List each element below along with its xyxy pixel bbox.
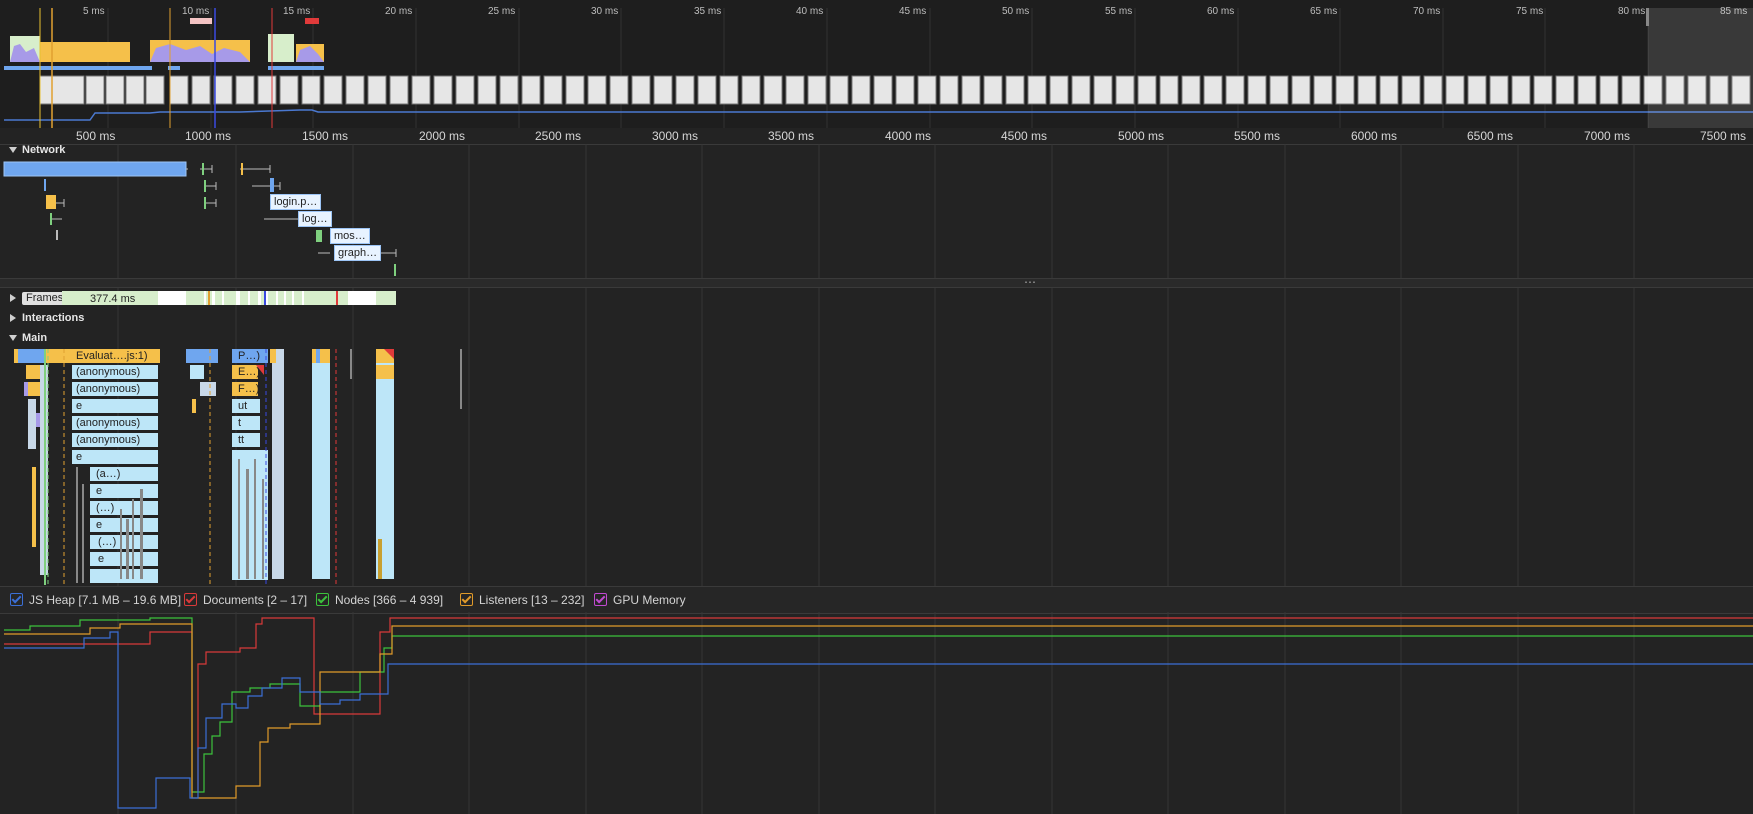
gpu-memory-label: GPU Memory — [613, 593, 686, 607]
timeline-tick: 1500 ms — [302, 129, 349, 143]
network-track-title: Network — [22, 144, 66, 156]
checkbox-checked-icon[interactable] — [460, 593, 473, 606]
main-track-header[interactable]: Main — [0, 330, 47, 346]
network-request-label[interactable]: log… — [298, 211, 332, 227]
main-flame-chart[interactable]: Evaluat….js:1) (anonymous) (anonymous) e… — [0, 349, 1753, 585]
timeline-tick: 2500 ms — [535, 129, 582, 143]
flame-entry[interactable]: e — [72, 450, 162, 465]
flame-entry[interactable]: tt — [234, 433, 264, 448]
collapse-triangle-icon[interactable] — [9, 335, 17, 342]
nodes-toggle[interactable]: Nodes [366 – 4 939] — [316, 592, 443, 608]
expand-triangle-icon[interactable] — [10, 314, 16, 323]
timeline-tick: 1000 ms — [185, 129, 232, 143]
checkbox-checked-icon[interactable] — [594, 593, 607, 606]
flame-entry[interactable]: e — [92, 518, 136, 533]
network-track: login.p… log… mos… graph… — [0, 158, 1753, 278]
flame-entry[interactable]: ut — [234, 399, 264, 414]
flame-entry[interactable]: (anonymous) — [72, 382, 162, 397]
flame-entry[interactable]: P…) — [234, 349, 264, 364]
timeline-tick: 6500 ms — [1467, 129, 1514, 143]
timeline-tick: 6000 ms — [1351, 129, 1398, 143]
js-heap-label: JS Heap [7.1 MB – 19.6 MB] — [29, 593, 182, 607]
interactions-track-title: Interactions — [22, 312, 85, 324]
timeline-tick: 7500 ms — [1700, 129, 1747, 143]
timeline-tick: 500 ms — [76, 129, 116, 143]
memory-counters-bar: JS Heap [7.1 MB – 19.6 MB] Documents [2 … — [0, 586, 1753, 614]
expand-triangle-icon[interactable] — [10, 294, 16, 303]
flame-entry[interactable]: e — [94, 552, 138, 567]
documents-toggle[interactable]: Documents [2 – 17] — [184, 592, 307, 608]
network-requests — [3, 161, 397, 276]
flame-entry[interactable]: E…) — [234, 365, 264, 380]
timeline-tick: 4500 ms — [1001, 129, 1048, 143]
frame-duration: 377.4 ms — [90, 293, 136, 305]
checkbox-checked-icon[interactable] — [10, 593, 23, 606]
flame-entry[interactable]: t — [234, 416, 264, 431]
checkbox-checked-icon[interactable] — [184, 593, 197, 606]
flame-entry[interactable]: (a…) — [92, 467, 136, 482]
interactions-track-header[interactable]: Interactions — [0, 310, 84, 326]
timeline-tick: 3500 ms — [768, 129, 815, 143]
timeline-tick: 2000 ms — [419, 129, 466, 143]
flame-entry[interactable]: (anonymous) — [72, 416, 162, 431]
flame-entry[interactable]: (…) — [94, 535, 138, 550]
network-request-label[interactable]: login.p… — [270, 194, 322, 210]
timeline-tick: 3000 ms — [652, 129, 699, 143]
memory-counter-graph[interactable] — [0, 612, 1753, 814]
overview-graph — [4, 8, 1753, 128]
network-request-label[interactable]: graph… — [334, 245, 382, 261]
flame-entry[interactable]: e — [92, 484, 136, 499]
timeline-tick: 5000 ms — [1118, 129, 1165, 143]
documents-label: Documents [2 – 17] — [203, 593, 308, 607]
network-track-header[interactable]: Network — [0, 144, 65, 158]
network-request-label[interactable]: mos… — [330, 228, 370, 244]
listeners-toggle[interactable]: Listeners [13 – 232] — [460, 592, 584, 608]
collapse-triangle-icon[interactable] — [9, 147, 17, 154]
flame-entry[interactable]: e — [72, 399, 162, 414]
counter-lines — [4, 612, 1753, 814]
frames-track-header[interactable]: Frames — [0, 290, 68, 306]
flame-entry[interactable]: (anonymous) — [72, 433, 162, 448]
js-heap-toggle[interactable]: JS Heap [7.1 MB – 19.6 MB] — [10, 592, 181, 608]
checkbox-checked-icon[interactable] — [316, 593, 329, 606]
timeline-overview[interactable]: 5 ms 10 ms 15 ms 20 ms 25 ms 30 ms 35 ms… — [0, 0, 1753, 129]
frames-track-title: Frames — [22, 291, 68, 305]
timeline-ruler[interactable]: 500 ms 1000 ms 1500 ms 2000 ms 2500 ms 3… — [0, 128, 1753, 145]
timeline-tick: 5500 ms — [1234, 129, 1281, 143]
flame-entry[interactable]: Evaluat….js:1) — [72, 349, 162, 364]
listeners-label: Listeners [13 – 232] — [479, 593, 585, 607]
timeline-tick: 4000 ms — [885, 129, 932, 143]
gpu-memory-toggle[interactable]: GPU Memory — [594, 592, 686, 608]
timeline-tick: 7000 ms — [1584, 129, 1631, 143]
flame-entry[interactable]: F…) — [234, 382, 264, 397]
main-track-title: Main — [22, 332, 48, 344]
flame-entry[interactable]: (anonymous) — [72, 365, 162, 380]
flame-entry[interactable]: (…) — [92, 501, 136, 516]
nodes-label: Nodes [366 – 4 939] — [335, 593, 444, 607]
